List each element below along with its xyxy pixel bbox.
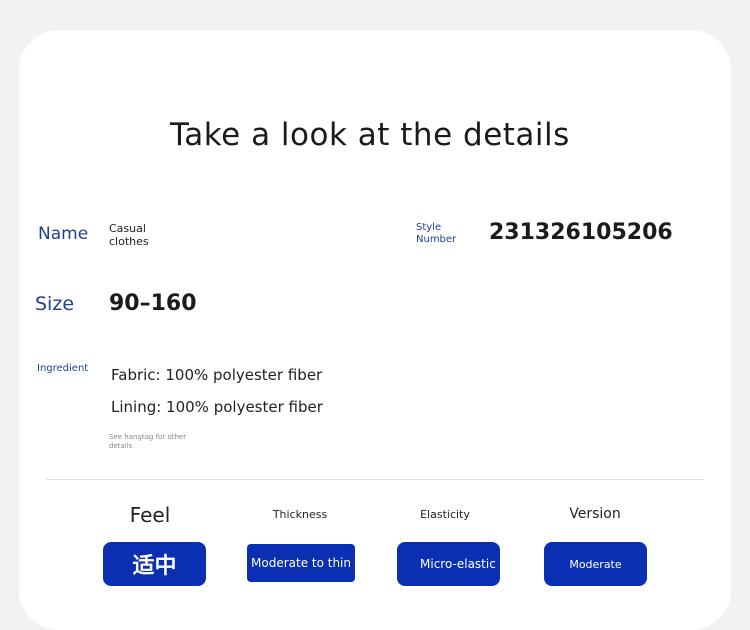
ingredient-label: Ingredient: [37, 363, 89, 374]
page-title: Take a look at the details: [170, 117, 570, 153]
version-badge: Moderate: [544, 542, 647, 586]
fabric-composition: Fabric: 100% polyester fiber: [111, 366, 323, 384]
size-label: Size: [35, 293, 75, 315]
name-label: Name: [38, 224, 89, 244]
elasticity-label: Elasticity: [420, 508, 470, 521]
style-number-value: 231326105206: [489, 220, 673, 245]
thickness-label: Thickness: [272, 508, 328, 521]
style-number-label: Style Number: [416, 222, 457, 245]
feel-label: Feel: [129, 503, 171, 527]
size-value: 90–160: [109, 291, 197, 316]
name-value: Casual clothes: [109, 222, 149, 248]
thickness-badge: Moderate to thin: [247, 544, 355, 582]
section-divider: [46, 479, 704, 480]
elasticity-badge: Micro-elastic: [397, 542, 500, 586]
hangtag-note: See hangtag for other details: [109, 433, 187, 450]
version-label: Version: [569, 506, 621, 522]
lining-composition: Lining: 100% polyester fiber: [111, 398, 323, 416]
feel-badge: 适中: [103, 542, 206, 586]
